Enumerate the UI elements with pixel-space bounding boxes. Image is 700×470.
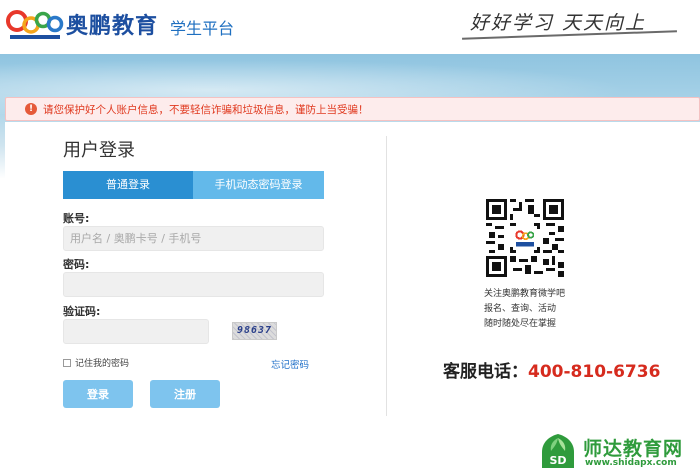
qr-code-icon	[486, 199, 564, 277]
remember-checkbox[interactable]	[63, 358, 71, 367]
login-tabs: 普通登录 手机动态密码登录	[63, 171, 324, 199]
exclamation-icon: !	[25, 103, 37, 115]
qr-caption-line: 随时随处尽在掌握	[484, 319, 557, 329]
platform-name: 学生平台	[170, 19, 235, 38]
register-button[interactable]: 注册	[150, 380, 220, 408]
shidapx-logo-icon: SD	[542, 434, 574, 468]
watermark-badge: SD	[549, 454, 566, 467]
captcha-image[interactable]: 98637	[232, 322, 277, 340]
qr-caption-line: 关注奥鹏教育微学吧	[484, 289, 566, 299]
captcha-label: 验证码:	[63, 305, 101, 318]
warning-text: 请您保护好个人账户信息，不要轻信诈骗和垃圾信息，谨防上当受骗！	[43, 104, 369, 116]
password-input[interactable]	[63, 272, 324, 297]
login-button[interactable]: 登录	[63, 380, 133, 408]
slogan: 好好学习 天天向上	[470, 12, 647, 34]
remember-label: 记住我的密码	[75, 359, 130, 369]
security-warning-bar: ! 请您保护好个人账户信息，不要轻信诈骗和垃圾信息，谨防上当受骗！	[5, 97, 700, 121]
hotline-label: 客服电话：	[443, 362, 528, 382]
password-label: 密码:	[63, 258, 90, 271]
login-title: 用户登录	[63, 140, 135, 161]
watermark-title: 师达教育网	[583, 438, 684, 460]
tab-normal-login[interactable]: 普通登录	[63, 171, 193, 199]
account-label: 账号:	[63, 212, 90, 225]
qr-caption-line: 报名、查询、活动	[484, 304, 557, 314]
forgot-password-link[interactable]: 忘记密码	[271, 357, 309, 371]
open-logo-icon[interactable]	[6, 4, 64, 42]
remember-password[interactable]: 记住我的密码	[63, 356, 129, 369]
captcha-input[interactable]	[63, 319, 209, 344]
site-header: 奥鹏教育 学生平台 好好学习 天天向上	[0, 0, 700, 54]
watermark-url: www.shidapx.com	[585, 458, 677, 468]
hotline-number: 400-810-6736	[528, 362, 661, 382]
card-divider	[386, 136, 387, 416]
tab-sms-login[interactable]: 手机动态密码登录	[193, 171, 324, 199]
brand-name: 奥鹏教育	[66, 14, 159, 39]
qr-caption: 关注奥鹏教育微学吧 报名、查询、活动 随时随处尽在掌握	[484, 287, 565, 332]
customer-service-hotline: 客服电话：400-810-6736	[443, 357, 660, 382]
account-input[interactable]	[63, 226, 324, 251]
